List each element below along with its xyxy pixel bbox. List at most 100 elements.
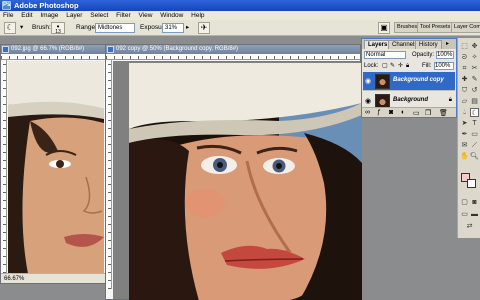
range-label: Range:	[76, 24, 97, 31]
fill-label: Fill:	[422, 63, 432, 69]
zoom-tool-icon[interactable]: 🔍︎	[470, 152, 479, 161]
hand-tool-icon[interactable]: ✋	[460, 152, 469, 161]
document-icon	[107, 46, 114, 53]
well-tab-tool-presets[interactable]: Tool Presets	[417, 22, 454, 33]
gradient-tool-icon[interactable]: ▤	[470, 97, 479, 106]
toolbox: ⬚ ✥ ᘐ ✧ ⌗ ✂ ✚ ✎ ⛉ ↺ ▱ ▤ 💧︎ ☾ ➤ T ✒ ▭ ✉ ⟋…	[457, 38, 480, 238]
window-title: Adobe Photoshop	[14, 1, 79, 10]
lock-move-icon[interactable]: ✛	[398, 62, 403, 71]
jump-to-imageready-icon[interactable]: ⇄	[465, 222, 474, 231]
horizontal-ruler	[106, 54, 360, 60]
original-portrait-image	[8, 61, 104, 274]
blend-mode-select[interactable]: Normal	[364, 51, 406, 59]
blur-tool-icon[interactable]: 💧︎	[460, 108, 469, 117]
canvas-area[interactable]	[113, 61, 362, 300]
quick-mask-icon[interactable]: ◙	[470, 198, 479, 207]
panel-menu-icon[interactable]: ▸	[446, 40, 449, 49]
fill-input[interactable]: 100%	[434, 62, 454, 70]
layer-row-background-copy[interactable]: ◉ Background copy	[363, 72, 455, 91]
eyedropper-tool-icon[interactable]: ⟋	[470, 141, 479, 150]
document-title: 092.jpg @ 66.7% (RGB/8#)	[11, 46, 85, 52]
screen-mode-full-icon[interactable]: ▬	[470, 210, 479, 219]
brush-picker[interactable]: • 13	[51, 22, 65, 35]
lasso-tool-icon[interactable]: ᘐ	[460, 53, 469, 62]
menu-image[interactable]: Image	[37, 11, 61, 20]
palette-well: Brushes Tool Presets Layer Comps	[394, 22, 480, 33]
menu-edit[interactable]: Edit	[18, 11, 35, 20]
lock-paint-icon[interactable]: ✎	[390, 62, 395, 71]
exposure-input[interactable]: 31%	[162, 23, 184, 33]
crop-tool-icon[interactable]: ⌗	[460, 64, 469, 73]
vertical-ruler	[106, 60, 112, 289]
caricature-photo[interactable]	[129, 63, 362, 300]
range-select-value: Midtones	[98, 25, 123, 31]
panel-tabs: Layers Channels History ▸	[362, 39, 456, 49]
new-layer-icon[interactable]: ❐	[425, 109, 431, 117]
healing-brush-icon[interactable]: ✚	[460, 75, 469, 84]
adjustment-layer-icon[interactable]: ◐	[401, 109, 405, 116]
opacity-input[interactable]: 100%	[436, 51, 454, 59]
history-brush-icon[interactable]: ↺	[470, 86, 479, 95]
dodge-tool-icon[interactable]: ☾	[470, 108, 479, 117]
palette-toggle-icon[interactable]: ▣	[378, 22, 390, 34]
menu-select[interactable]: Select	[87, 11, 111, 20]
trash-icon[interactable]: 🗑︎	[439, 109, 448, 117]
path-select-icon[interactable]: ➤	[460, 119, 469, 128]
tool-preset-picker[interactable]: ▾	[20, 23, 23, 33]
document-icon	[2, 46, 9, 53]
horizontal-ruler	[1, 54, 105, 60]
blend-row: Normal Opacity: 100%	[364, 51, 454, 60]
document-window-back[interactable]: 092.jpg @ 66.7% (RGB/8#) 66.67%	[0, 44, 106, 284]
pen-tool-icon[interactable]: ✒	[460, 130, 469, 139]
layer-thumbnail	[375, 74, 390, 89]
menu-window[interactable]: Window	[157, 11, 186, 20]
eraser-tool-icon[interactable]: ▱	[460, 97, 469, 106]
exposure-dropdown-icon[interactable]: ▸	[186, 23, 189, 33]
lock-row: Lock: ▢ ✎ ✛ 🔒︎ Fill: 100%	[364, 62, 454, 71]
opacity-value: 100%	[437, 52, 453, 58]
menu-view[interactable]: View	[135, 11, 155, 20]
menu-filter[interactable]: Filter	[113, 11, 133, 20]
notes-tool-icon[interactable]: ✉	[460, 141, 469, 150]
layer-mask-icon[interactable]: ◙	[389, 109, 393, 116]
brush-size: 13	[55, 29, 61, 35]
range-select[interactable]: Midtones	[95, 23, 135, 33]
background-color-swatch[interactable]	[467, 179, 476, 188]
slice-tool-icon[interactable]: ✂	[470, 64, 479, 73]
tab-history[interactable]: History	[415, 40, 442, 49]
lock-pixels-icon[interactable]: ▢	[382, 62, 388, 71]
brush-tool-icon[interactable]: ✎	[470, 75, 479, 84]
menu-help[interactable]: Help	[188, 11, 207, 20]
airbrush-icon[interactable]: ✈	[198, 22, 210, 34]
clone-stamp-icon[interactable]: ⛉	[460, 86, 469, 95]
type-tool-icon[interactable]: T	[470, 119, 479, 128]
visibility-eye-icon[interactable]: ◉	[365, 98, 373, 105]
document-window-front[interactable]: 092 copy @ 50% (Background copy, RGB/8#)	[105, 44, 362, 300]
dodge-tool-icon[interactable]: ☾	[4, 22, 16, 34]
original-photo[interactable]	[8, 61, 104, 274]
link-layers-icon[interactable]: ∞	[365, 109, 370, 116]
layers-panel-footer: ∞ ƒ ◙ ◐ ▭ ❐ 🗑︎	[362, 107, 456, 117]
photoshop-app-icon: Ps	[2, 1, 11, 10]
standard-mode-icon[interactable]: ▢	[460, 198, 469, 207]
move-tool-icon[interactable]: ✥	[470, 42, 479, 51]
layer-style-icon[interactable]: ƒ	[377, 109, 381, 116]
fill-value: 100%	[435, 63, 451, 69]
exposure-value: 31%	[165, 25, 178, 31]
menu-layer[interactable]: Layer	[63, 11, 85, 20]
magic-wand-tool-icon[interactable]: ✧	[470, 53, 479, 62]
layer-name: Background copy	[393, 77, 444, 83]
lock-all-icon[interactable]: 🔒︎	[406, 62, 409, 71]
shape-tool-icon[interactable]: ▭	[470, 130, 479, 139]
screen-mode-standard-icon[interactable]: ▭	[460, 210, 469, 219]
document-titlebar[interactable]: 092.jpg @ 66.7% (RGB/8#)	[1, 45, 105, 54]
new-group-icon[interactable]: ▭	[413, 109, 420, 117]
caricature-portrait-image	[129, 63, 362, 300]
marquee-tool-icon[interactable]: ⬚	[460, 42, 469, 51]
well-tab-layer-comps[interactable]: Layer Comps	[451, 22, 480, 33]
menu-file[interactable]: File	[0, 11, 16, 20]
zoom-level[interactable]: 66.67%	[4, 276, 24, 282]
visibility-eye-icon[interactable]: ◉	[365, 78, 373, 85]
app-titlebar: Ps Adobe Photoshop	[0, 0, 480, 11]
document-titlebar[interactable]: 092 copy @ 50% (Background copy, RGB/8#)	[106, 45, 360, 54]
